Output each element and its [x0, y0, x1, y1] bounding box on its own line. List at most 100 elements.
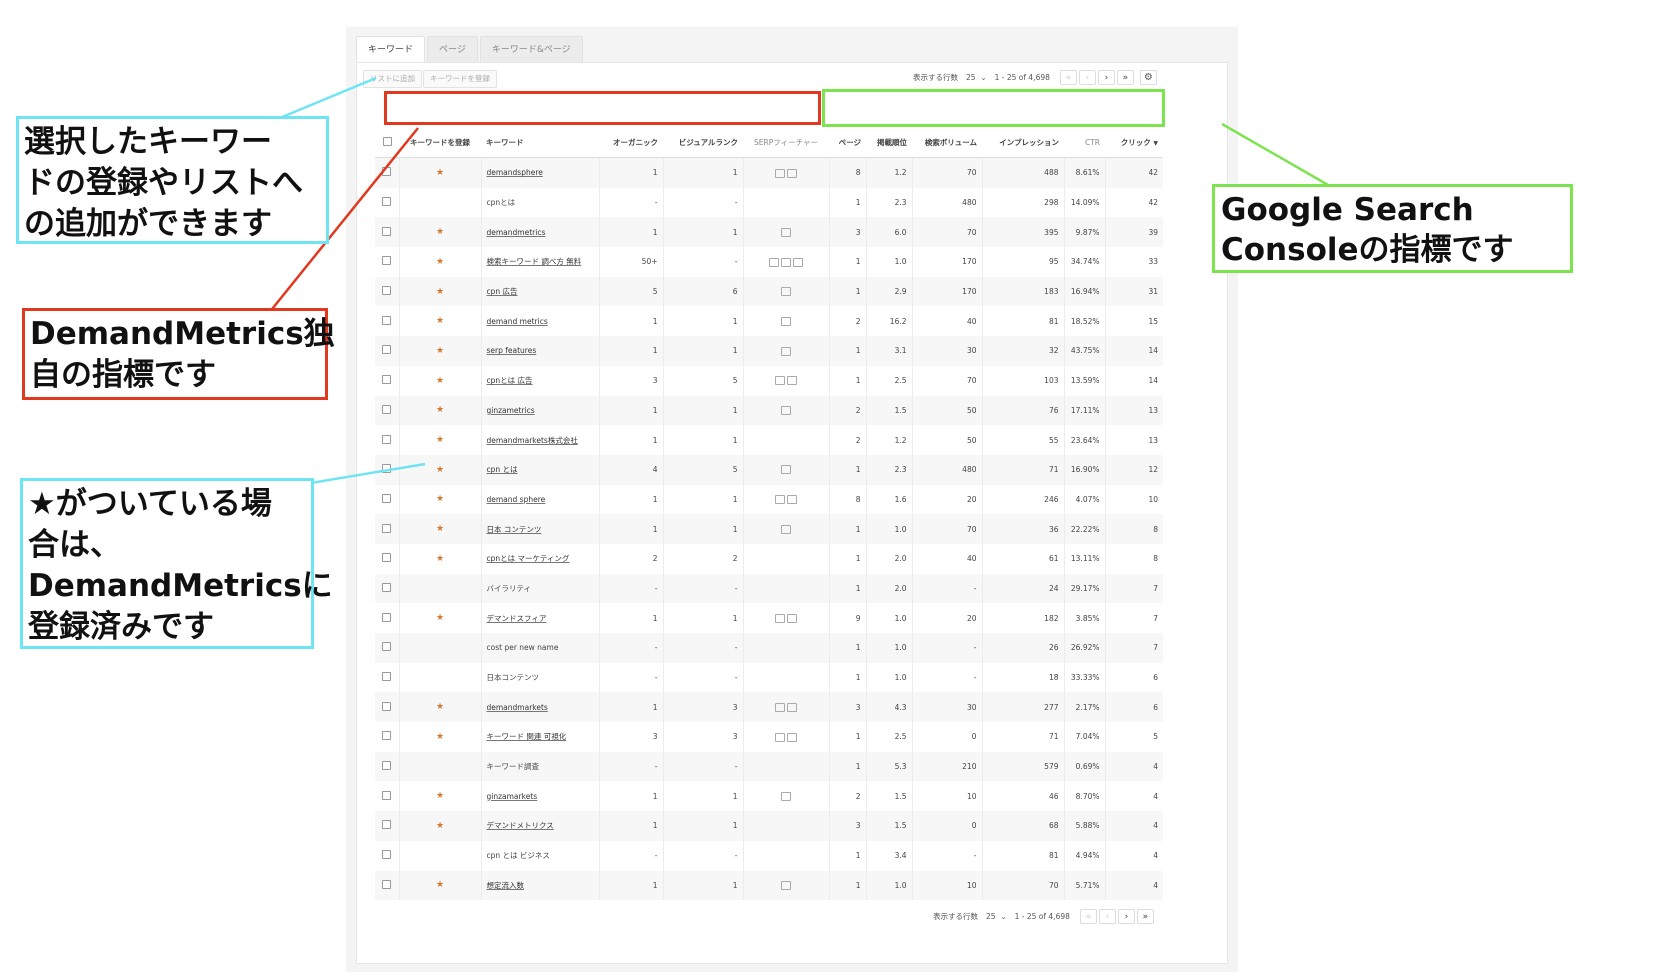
row-checkbox[interactable] — [382, 642, 392, 652]
keyword-link[interactable]: ginzamarkets — [487, 792, 538, 801]
table-row[interactable]: cpnとは - - 1 2.3 480 298 14.09% 42 — [375, 187, 1163, 218]
table-row[interactable]: ★ cpnとは 広告 3 5 1 2.5 70 103 13.59% 14 — [375, 365, 1163, 396]
table-row[interactable]: cpn とは ビジネス - -1 3.4-81 4.94% 4 — [375, 840, 1163, 871]
last-page-button[interactable]: » — [1136, 909, 1154, 924]
table-row[interactable]: バイラリティ - -1 2.0-24 29.17% 7 — [375, 573, 1163, 604]
search-volume-cell: 50 — [912, 425, 983, 455]
table-row[interactable]: ★ serp features 1 1 1 3.1 30 32 43.75% 14 — [375, 336, 1163, 366]
row-checkbox[interactable] — [382, 672, 392, 682]
row-checkbox[interactable] — [382, 375, 392, 385]
keyword-link[interactable]: デマンドスフィア — [487, 614, 547, 623]
keyword-link[interactable]: ginzametrics — [487, 406, 535, 415]
table-row[interactable]: ★ ginzamarkets 1 1 2 1.5 10 46 8.70% 4 — [375, 781, 1163, 812]
table-row[interactable]: ★ demandmarkets 1 3 3 4.3 30 277 2.17% 6 — [375, 692, 1163, 723]
keyword-link[interactable]: demand metrics — [487, 317, 548, 326]
keyword-link[interactable]: キーワード 関連 可視化 — [487, 732, 567, 741]
gear-icon[interactable]: ⚙ — [1139, 70, 1157, 85]
table-row[interactable]: ★ キーワード 関連 可視化 3 3 1 2.5 0 71 7.04% 5 — [375, 722, 1163, 752]
last-page-button[interactable]: » — [1116, 70, 1134, 85]
prev-page-button[interactable]: ‹ — [1098, 909, 1116, 924]
table-row[interactable]: キーワード調査 - - 1 5.3 210 579 0.69% 4 — [375, 751, 1163, 782]
col-visual-rank[interactable]: ビジュアルランク — [663, 127, 743, 158]
row-checkbox[interactable] — [382, 256, 392, 266]
rows-per-page-select[interactable]: 25 ⌄ — [966, 73, 987, 82]
col-ctr[interactable]: CTR — [1064, 127, 1105, 158]
table-row[interactable]: ★ デマンドスフィア 1 1 9 1.0 20 182 3.85% 7 — [375, 603, 1163, 633]
table-row[interactable]: ★ 想定流入数 1 1 1 1.0 10 70 5.71% 4 — [375, 870, 1163, 901]
row-checkbox[interactable] — [382, 523, 392, 533]
table-row[interactable]: 日本コンテンツ - -1 1.0-18 33.33% 6 — [375, 662, 1163, 693]
row-checkbox[interactable] — [382, 434, 392, 444]
col-clicks[interactable]: クリック ▼ — [1105, 127, 1163, 158]
prev-page-button[interactable]: ‹ — [1078, 70, 1096, 85]
col-impressions[interactable]: インプレッション — [982, 127, 1064, 158]
table-row[interactable]: ★ demand sphere 1 1 8 1.6 20 246 4.07% 10 — [375, 484, 1163, 515]
visual-rank-cell: 5 — [663, 365, 744, 396]
row-checkbox[interactable] — [382, 315, 392, 325]
row-checkbox[interactable] — [382, 553, 392, 563]
keyword-link[interactable]: demandmetrics — [487, 228, 546, 237]
col-search-volume[interactable]: 検索ボリューム — [912, 127, 982, 158]
keyword-link[interactable]: demandmarkets株式会社 — [487, 436, 578, 445]
table-row[interactable]: ★ demandmetrics 1 1 3 6.0 70 395 9.87% 39 — [375, 217, 1163, 248]
tab-keyword[interactable]: キーワード — [356, 36, 426, 62]
col-keyword[interactable]: キーワード — [481, 127, 599, 158]
keyword-link[interactable]: デマンドメトリクス — [487, 821, 554, 830]
table-row[interactable]: ★ ginzametrics 1 1 2 1.5 50 76 17.11% 13 — [375, 395, 1163, 426]
add-to-list-button[interactable]: リストに追加 — [363, 70, 422, 88]
table-row[interactable]: cost per new name - -1 1.0-26 26.92% 7 — [375, 633, 1163, 663]
table-row[interactable]: ★ cpn 広告 5 6 1 2.9 170 183 16.94% 31 — [375, 276, 1163, 307]
row-checkbox[interactable] — [382, 404, 392, 414]
first-page-button[interactable]: « — [1079, 909, 1097, 924]
row-checkbox[interactable] — [382, 167, 392, 177]
col-position[interactable]: 掲載順位 — [866, 127, 912, 158]
row-checkbox[interactable] — [382, 493, 392, 503]
keyword-link[interactable]: cpn とは — [487, 465, 518, 474]
register-keyword-button[interactable]: キーワードを登録 — [423, 70, 497, 88]
keyword-link[interactable]: demandmarkets — [487, 703, 548, 712]
row-checkbox[interactable] — [382, 701, 392, 711]
table-row[interactable]: ★ 日本 コンテンツ 1 1 1 1.0 70 36 22.22% 8 — [375, 514, 1163, 544]
table-row[interactable]: ★ demandmarkets株式会社 1 1 2 1.2 50 55 23.64% 13 — [375, 425, 1163, 455]
table-row[interactable]: ★ demand metrics 1 1 2 16.2 40 81 18.52% 15 — [375, 306, 1163, 337]
row-checkbox[interactable] — [382, 197, 392, 207]
select-all-checkbox[interactable] — [382, 136, 392, 146]
table-row[interactable]: ★ 検索キーワード 調べ方 無料 50+ - 1 1.0 170 95 34.74% 33 — [375, 247, 1163, 277]
row-checkbox[interactable] — [382, 345, 392, 355]
row-checkbox[interactable] — [382, 820, 392, 830]
pager-top: 表示する行数 25 ⌄ 1 - 25 of 4,698 « ‹ › » ⚙ — [913, 70, 1157, 85]
table-row[interactable]: ★ デマンドメトリクス 1 1 3 1.5 0 68 5.88% 4 — [375, 811, 1163, 841]
row-checkbox[interactable] — [382, 850, 392, 860]
keyword-link[interactable]: serp features — [487, 346, 537, 355]
table-row[interactable]: ★ demandsphere 1 1 8 1.2 70 488 8.61% 42 — [375, 157, 1163, 188]
next-page-button[interactable]: › — [1097, 70, 1115, 85]
keyword-link[interactable]: cpnとは 広告 — [487, 376, 533, 385]
col-register[interactable]: キーワードを登録 — [399, 127, 481, 158]
row-checkbox[interactable] — [382, 582, 392, 592]
tab-keyword-page[interactable]: キーワード&ページ — [479, 36, 583, 62]
row-checkbox[interactable] — [382, 226, 392, 236]
row-checkbox[interactable] — [382, 879, 392, 889]
keyword-link[interactable]: demand sphere — [487, 495, 546, 504]
keyword-link[interactable]: 検索キーワード 調べ方 無料 — [487, 257, 582, 266]
col-serp-features[interactable]: SERPフィーチャー — [743, 127, 829, 158]
row-checkbox[interactable] — [382, 464, 392, 474]
row-checkbox[interactable] — [382, 790, 392, 800]
first-page-button[interactable]: « — [1059, 70, 1077, 85]
table-row[interactable]: ★ cpn とは 4 5 1 2.3 480 71 16.90% 12 — [375, 454, 1163, 485]
row-checkbox[interactable] — [382, 286, 392, 296]
rows-per-page-select[interactable]: 25 ⌄ — [986, 912, 1007, 921]
row-checkbox[interactable] — [382, 612, 392, 622]
row-checkbox[interactable] — [382, 761, 392, 771]
next-page-button[interactable]: › — [1117, 909, 1135, 924]
col-page[interactable]: ページ — [829, 127, 866, 158]
table-row[interactable]: ★ cpnとは マーケティング 2 2 1 2.0 40 61 13.11% 8 — [375, 543, 1163, 574]
keyword-link[interactable]: demandsphere — [487, 168, 543, 177]
tab-page[interactable]: ページ — [427, 36, 478, 62]
keyword-link[interactable]: 日本 コンテンツ — [487, 525, 542, 534]
row-checkbox[interactable] — [382, 731, 392, 741]
keyword-link[interactable]: 想定流入数 — [487, 881, 525, 890]
col-organic[interactable]: オーガニック — [599, 127, 663, 158]
keyword-link[interactable]: cpn 広告 — [487, 287, 518, 296]
keyword-link[interactable]: cpnとは マーケティング — [487, 554, 570, 563]
